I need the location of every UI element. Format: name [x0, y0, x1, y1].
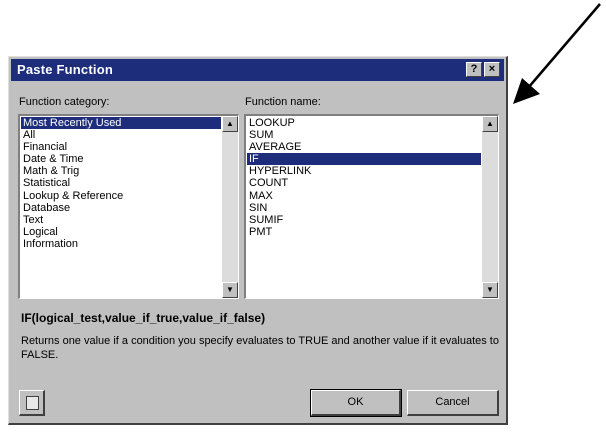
- category-list-item[interactable]: Math & Trig: [21, 165, 221, 177]
- function-list-item[interactable]: COUNT: [247, 177, 481, 189]
- office-assistant-button[interactable]: [19, 390, 45, 416]
- category-list-item[interactable]: All: [21, 129, 221, 141]
- category-list-item[interactable]: Logical: [21, 226, 221, 238]
- category-list-item[interactable]: Information: [21, 238, 221, 250]
- function-syntax: IF(logical_test,value_if_true,value_if_f…: [21, 311, 266, 325]
- category-list-item[interactable]: Most Recently Used: [21, 117, 221, 130]
- function-list-item[interactable]: SIN: [247, 202, 481, 214]
- category-items: Most Recently Used All Financial Date & Tim…: [21, 117, 221, 250]
- scroll-down-button[interactable]: ▼: [482, 282, 498, 298]
- cancel-button[interactable]: Cancel: [407, 390, 499, 416]
- function-name-list[interactable]: LOOKUP SUM AVERAGE IF HYPERLINK COUNT MAX SIN SU…: [244, 114, 499, 299]
- category-list-item[interactable]: Financial: [21, 141, 221, 153]
- category-list-item[interactable]: Lookup & Reference: [21, 190, 221, 202]
- category-list-item[interactable]: Text: [21, 214, 221, 226]
- function-description: Returns one value if a condition you spe…: [21, 335, 499, 361]
- close-button[interactable]: ×: [484, 62, 500, 77]
- function-list-item[interactable]: PMT: [247, 226, 481, 238]
- scroll-up-button[interactable]: ▲: [482, 116, 498, 132]
- function-scrollbar[interactable]: ▲ ▼: [482, 116, 498, 298]
- scroll-down-button[interactable]: ▼: [222, 282, 238, 298]
- function-items: LOOKUP SUM AVERAGE IF HYPERLINK COUNT MAX SIN SU…: [247, 117, 481, 238]
- category-list-item[interactable]: Database: [21, 202, 221, 214]
- function-list-item[interactable]: IF: [247, 153, 481, 166]
- scroll-up-button[interactable]: ▲: [222, 116, 238, 132]
- category-list-item[interactable]: Date & Time: [21, 153, 221, 165]
- function-list-item[interactable]: AVERAGE: [247, 141, 481, 153]
- function-list-item[interactable]: HYPERLINK: [247, 165, 481, 177]
- function-name-label: Function name:: [245, 96, 321, 108]
- ok-button[interactable]: OK: [310, 389, 402, 417]
- paste-function-dialog: Paste Function ? × Function category: Fu…: [8, 56, 508, 425]
- function-list-item[interactable]: MAX: [247, 190, 481, 202]
- function-list-item[interactable]: SUMIF: [247, 214, 481, 226]
- function-category-label: Function category:: [19, 96, 110, 108]
- help-button[interactable]: ?: [466, 62, 482, 77]
- office-assistant-icon: [26, 396, 39, 410]
- dialog-title: Paste Function: [17, 62, 113, 77]
- category-list-item[interactable]: Statistical: [21, 177, 221, 189]
- title-bar: Paste Function ? ×: [11, 59, 504, 81]
- function-list-item[interactable]: LOOKUP: [247, 117, 481, 129]
- function-list-item[interactable]: SUM: [247, 129, 481, 141]
- function-category-list[interactable]: Most Recently Used All Financial Date & Tim…: [18, 114, 239, 299]
- category-scrollbar[interactable]: ▲ ▼: [222, 116, 238, 298]
